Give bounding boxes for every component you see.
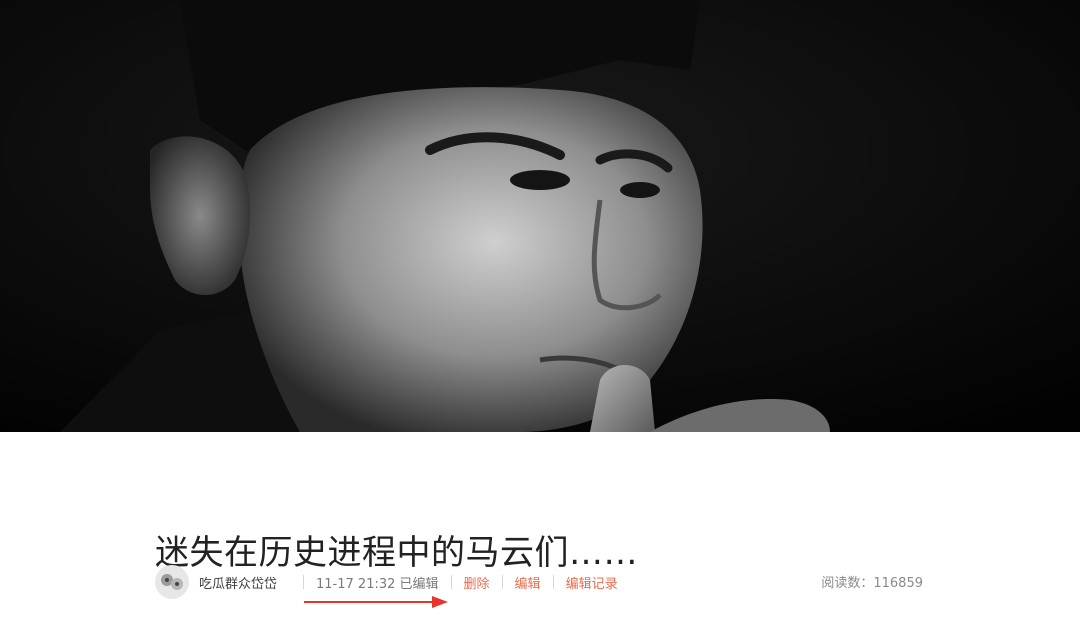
annotation-arrow-icon — [304, 596, 448, 608]
hero-image — [0, 0, 1080, 432]
avatar[interactable] — [155, 565, 189, 599]
edit-link[interactable]: 编辑 — [515, 573, 541, 592]
portrait-photo — [0, 0, 1080, 432]
divider — [450, 575, 452, 589]
read-count: 阅读数：116859 — [821, 572, 923, 591]
divider — [552, 575, 554, 589]
divider — [303, 575, 305, 589]
read-count-label: 阅读数： — [821, 576, 874, 591]
author-name[interactable]: 吃瓜群众岱岱 — [199, 573, 277, 592]
publish-datetime: 11-17 21:32 已编辑 — [316, 576, 439, 592]
delete-link[interactable]: 删除 — [464, 573, 490, 592]
avatar-image — [155, 565, 189, 599]
edit-history-link[interactable]: 编辑记录 — [566, 573, 618, 592]
read-count-value: 116859 — [873, 576, 923, 591]
divider — [501, 575, 503, 589]
article-meta-bar: 吃瓜群众岱岱 11-17 21:32 已编辑 删除 编辑 编辑记录 阅读数：11… — [155, 565, 935, 599]
